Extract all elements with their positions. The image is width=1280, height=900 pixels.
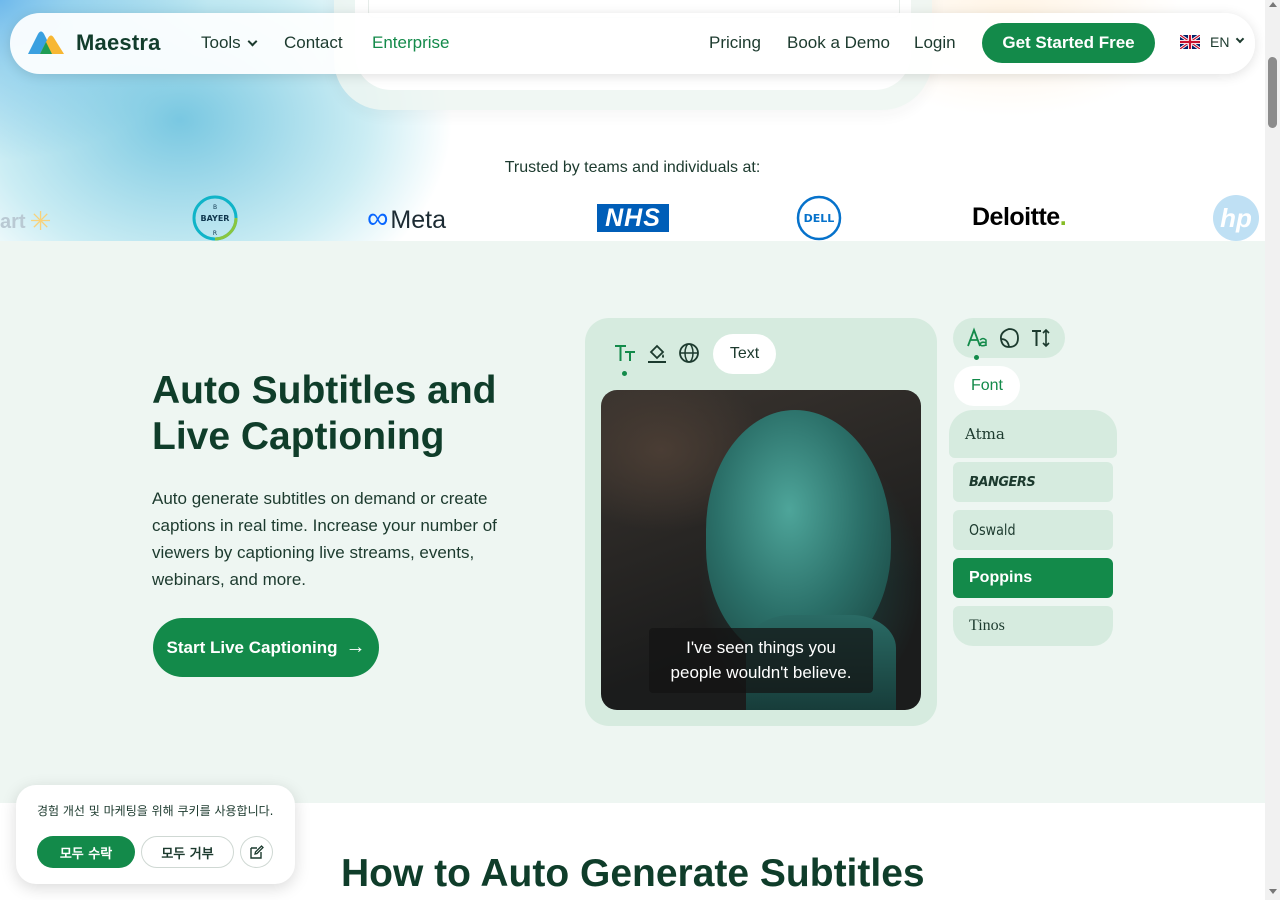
- dell-logo: DELL: [796, 195, 842, 241]
- active-tab-indicator: [974, 355, 979, 360]
- deloitte-logo-text: Deloitte: [972, 203, 1060, 231]
- language-tool[interactable]: [676, 340, 702, 366]
- brand-link[interactable]: Maestra: [26, 28, 161, 58]
- reject-all-cookies-button[interactable]: 모두 거부: [141, 836, 234, 868]
- trusted-heading: Trusted by teams and individuals at:: [504, 159, 761, 176]
- navbar: Maestra Tools Contact Enterprise Pricing…: [10, 13, 1255, 74]
- nav-tools-label: Tools: [201, 33, 241, 52]
- caption-line: people wouldn't believe.: [670, 663, 852, 682]
- nav-tools[interactable]: Tools: [201, 33, 258, 53]
- accept-all-cookies-button[interactable]: 모두 수락: [37, 836, 135, 868]
- font-icon: [967, 327, 987, 347]
- feature-description: Auto generate subtitles on demand or cre…: [152, 489, 497, 589]
- caption-line: I've seen things you: [686, 638, 836, 657]
- cookie-settings-button[interactable]: [240, 836, 273, 868]
- chevron-down-icon: [247, 36, 258, 47]
- meta-logo: ∞ Meta: [367, 202, 446, 237]
- font-option-bangers[interactable]: BANGERS: [953, 462, 1113, 502]
- subtitle-caption: I've seen things you people wouldn't bel…: [649, 628, 873, 693]
- text-height-icon: [1032, 328, 1050, 348]
- brand-name: Maestra: [76, 30, 161, 55]
- meta-infinity-icon: ∞: [367, 202, 389, 235]
- text-style-tool[interactable]: [612, 340, 638, 366]
- svg-text:B: B: [213, 204, 217, 211]
- language-selector[interactable]: EN: [1180, 34, 1245, 50]
- cookie-message: 경험 개선 및 마케팅을 위해 쿠키를 사용합니다.: [37, 804, 274, 818]
- nav-book-demo[interactable]: Book a Demo: [787, 33, 890, 53]
- get-started-button[interactable]: Get Started Free: [982, 23, 1155, 63]
- bayer-logo-text: BAYER: [201, 214, 230, 223]
- cookie-banner: 경험 개선 및 마케팅을 위해 쿠키를 사용합니다. 모두 수락 모두 거부: [16, 785, 295, 884]
- shape-tab[interactable]: [998, 327, 1020, 349]
- arrow-right-icon: →: [345, 636, 366, 658]
- scroll-down-arrow-icon[interactable]: [1268, 889, 1277, 894]
- font-option-oswald[interactable]: Oswald: [953, 510, 1113, 550]
- active-tool-indicator: [622, 371, 627, 376]
- maestra-logo-icon: [28, 31, 64, 54]
- font-option-tinos[interactable]: Tinos: [953, 606, 1113, 646]
- hp-logo: hp: [1213, 195, 1259, 241]
- deloitte-logo: Deloitte.: [972, 203, 1067, 231]
- walmart-logo-text: art: [0, 211, 26, 233]
- spark-icon: ✳: [29, 206, 52, 236]
- how-to-title: How to Auto Generate Subtitles: [341, 852, 925, 895]
- globe-icon: [679, 343, 699, 363]
- walmart-logo: art ✳: [0, 204, 52, 236]
- start-live-captioning-button[interactable]: Start Live Captioning →: [153, 618, 379, 677]
- meta-logo-text: Meta: [390, 205, 446, 234]
- uk-flag-icon: [1180, 35, 1200, 49]
- font-tab[interactable]: [966, 327, 988, 349]
- language-label: EN: [1210, 34, 1230, 50]
- text-height-tab[interactable]: [1030, 327, 1052, 349]
- feature-title: Auto Subtitles and Live Captioning: [152, 369, 497, 458]
- shape-icon: [1000, 328, 1019, 348]
- fill-color-tool[interactable]: [644, 340, 670, 366]
- svg-text:R: R: [213, 230, 217, 237]
- active-tool-label: Text: [713, 334, 776, 374]
- page-scrollbar[interactable]: [1265, 0, 1280, 900]
- dell-logo-text: DELL: [804, 212, 835, 225]
- text-size-icon: [615, 345, 635, 361]
- bayer-logo: BAYER B R: [192, 195, 238, 241]
- nav-login[interactable]: Login: [914, 33, 956, 53]
- paint-bucket-icon: [648, 344, 666, 363]
- font-option-poppins[interactable]: Poppins: [953, 558, 1113, 598]
- start-live-captioning-label: Start Live Captioning: [166, 637, 338, 657]
- scrollbar-thumb[interactable]: [1268, 57, 1277, 128]
- nhs-logo: NHS: [597, 204, 669, 232]
- nav-enterprise[interactable]: Enterprise: [372, 33, 449, 53]
- font-option-atma[interactable]: Atma: [949, 410, 1117, 458]
- font-option-label: Oswald: [969, 521, 1016, 539]
- chevron-down-icon: [1236, 34, 1245, 44]
- edit-icon: [249, 845, 264, 859]
- font-panel-label: Font: [954, 366, 1020, 406]
- scroll-up-arrow-icon[interactable]: [1268, 2, 1277, 7]
- nav-contact[interactable]: Contact: [284, 33, 343, 53]
- nav-pricing[interactable]: Pricing: [709, 33, 761, 53]
